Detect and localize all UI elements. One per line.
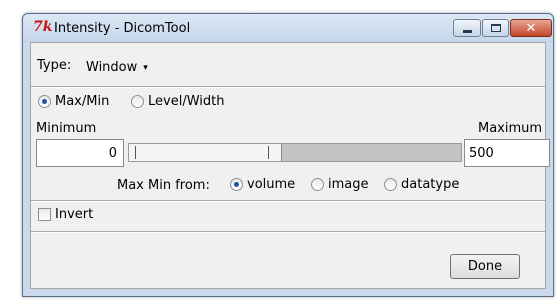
max-min-from-label: Max Min from:: [117, 178, 210, 193]
close-button[interactable]: ✕: [510, 19, 552, 37]
tk-app-icon: 7k: [33, 19, 53, 35]
maximum-input[interactable]: 500: [464, 139, 550, 167]
invert-checkbox-box[interactable]: [38, 208, 51, 221]
radio-image-label: image: [328, 177, 369, 192]
radio-level-width-label: Level/Width: [148, 94, 225, 109]
minimize-icon: [462, 29, 472, 33]
title-bar[interactable]: 7k Intensity - DicomTool ✕: [23, 14, 553, 43]
radio-image[interactable]: image: [311, 177, 369, 192]
minimum-input[interactable]: 0: [36, 139, 124, 167]
slider-left-handle[interactable]: [135, 146, 136, 159]
invert-label: Invert: [55, 207, 94, 222]
separator: [31, 86, 545, 88]
radio-volume[interactable]: volume: [230, 177, 295, 192]
done-button[interactable]: Done: [450, 254, 520, 279]
radio-image-indicator[interactable]: [311, 178, 324, 191]
radio-volume-label: volume: [247, 177, 296, 192]
separator: [31, 231, 545, 233]
radio-max-min-label: Max/Min: [55, 94, 110, 109]
minimum-label: Minimum: [36, 121, 97, 136]
type-dropdown-value: Window: [86, 60, 138, 75]
radio-level-width-indicator[interactable]: [131, 95, 144, 108]
separator: [31, 200, 545, 202]
range-slider[interactable]: [128, 143, 462, 162]
minimize-button[interactable]: [453, 19, 481, 37]
radio-max-min[interactable]: Max/Min: [38, 94, 109, 109]
window-title: Intensity - DicomTool: [54, 21, 191, 36]
close-icon: ✕: [525, 20, 537, 36]
radio-datatype-label: datatype: [401, 177, 460, 192]
type-label: Type:: [37, 58, 72, 73]
dropdown-arrow-icon: ▾: [143, 63, 148, 73]
radio-datatype-indicator[interactable]: [384, 178, 397, 191]
maximum-label: Maximum: [478, 121, 543, 136]
invert-checkbox[interactable]: Invert: [38, 207, 93, 222]
radio-volume-indicator[interactable]: [230, 178, 243, 191]
radio-level-width[interactable]: Level/Width: [131, 94, 224, 109]
radio-datatype[interactable]: datatype: [384, 177, 459, 192]
maximize-icon: [490, 24, 501, 32]
type-dropdown[interactable]: Window ▾: [86, 60, 148, 75]
range-slider-fill: [129, 144, 282, 161]
maximize-button[interactable]: [482, 19, 509, 37]
slider-right-handle[interactable]: [268, 146, 269, 159]
radio-max-min-indicator[interactable]: [38, 95, 51, 108]
